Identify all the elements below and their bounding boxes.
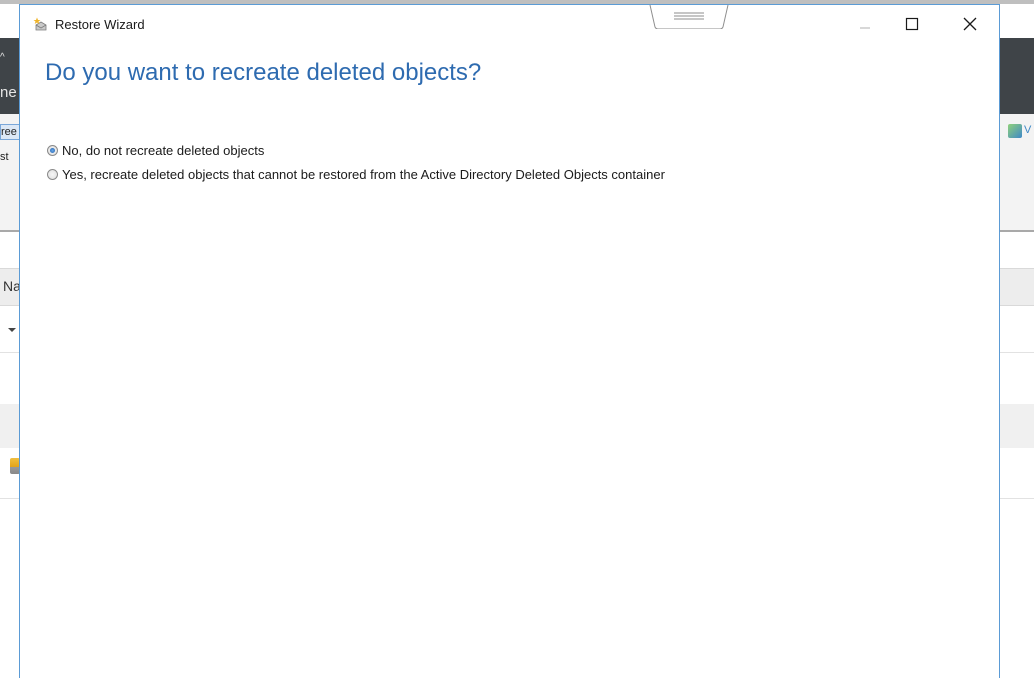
restore-wizard-icon <box>33 17 47 31</box>
background-ribbon-label: st <box>0 151 9 163</box>
option-yes-recreate-label[interactable]: Yes, recreate deleted objects that canno… <box>62 167 665 183</box>
close-icon <box>963 17 977 31</box>
chevron-down-icon[interactable] <box>8 328 16 332</box>
option-no-recreate-label[interactable]: No, do not recreate deleted objects <box>62 143 264 159</box>
title-bar[interactable]: Restore Wizard <box>20 5 999 43</box>
minimize-button[interactable] <box>853 9 877 37</box>
close-button[interactable] <box>958 11 982 39</box>
collapse-caret-icon: ^ <box>0 52 5 63</box>
background-ribbon-button[interactable]: ree <box>0 124 20 140</box>
radio-button-yes-recreate[interactable] <box>47 169 58 180</box>
maximize-button[interactable] <box>900 11 924 39</box>
grab-handle-icon[interactable] <box>649 5 729 29</box>
validate-icon[interactable] <box>1008 124 1022 138</box>
maximize-icon <box>905 17 919 31</box>
restore-wizard-dialog: Restore Wizard Do you want to recreate d… <box>19 4 1000 678</box>
minimize-icon <box>860 27 870 29</box>
background-header-text: ne <box>0 84 17 101</box>
page-heading: Do you want to recreate deleted objects? <box>45 59 482 86</box>
window-title: Restore Wizard <box>55 17 145 32</box>
background-ribbon-right-label: V <box>1024 124 1032 136</box>
radio-button-no-recreate[interactable] <box>47 145 58 156</box>
